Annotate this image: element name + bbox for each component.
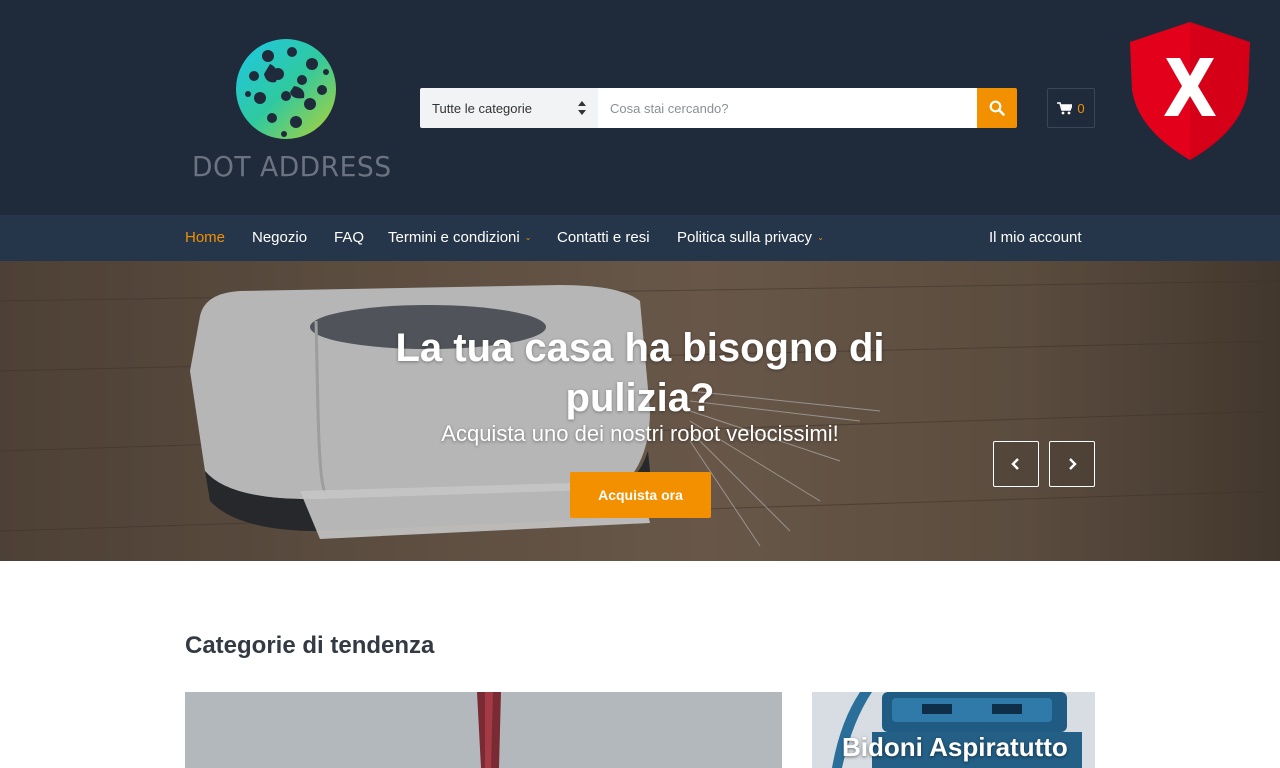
nav-item-home[interactable]: Home: [185, 215, 225, 261]
cart-count: 0: [1077, 100, 1085, 116]
nav-item-contacts[interactable]: Contatti e resi: [557, 215, 650, 261]
trending-categories-title: Categorie di tendenza: [185, 632, 435, 659]
nav-item-account[interactable]: Il mio account: [989, 215, 1082, 261]
main-navigation: Home Negozio FAQ Termini e condizioni ⌄ C…: [0, 215, 1280, 261]
slider-next-button[interactable]: [1049, 441, 1095, 487]
nav-item-label: Termini e condizioni: [388, 229, 520, 246]
search-button[interactable]: [977, 88, 1017, 128]
category-card[interactable]: [185, 692, 782, 768]
nav-item-label: Home: [185, 229, 226, 246]
site-logo[interactable]: DOT ADDRESS: [190, 34, 392, 184]
chevron-left-icon: [1011, 458, 1019, 470]
hero-title: La tua casa ha bisogno di pulizia?: [395, 326, 885, 420]
nav-item-faq[interactable]: FAQ: [334, 215, 364, 261]
shield-x-icon[interactable]: [1126, 20, 1254, 162]
search-icon: [989, 100, 1005, 116]
cart-icon: [1057, 101, 1073, 114]
category-card[interactable]: Bidoni Aspiratutto: [812, 692, 1095, 768]
nav-item-label: Contatti e resi: [557, 229, 650, 246]
nav-item-shop[interactable]: Negozio: [252, 215, 307, 261]
category-select-value: Tutte le categorie: [432, 100, 532, 116]
logo-mark-icon: [236, 39, 336, 139]
chevron-down-icon: ⌄: [524, 233, 532, 242]
hero-slider: La tua casa ha bisogno di pulizia? Acqui…: [0, 261, 1280, 561]
category-card-image: [185, 692, 782, 768]
nav-item-label: Negozio: [252, 229, 308, 246]
cart-button[interactable]: 0: [1047, 88, 1095, 128]
nav-item-privacy[interactable]: Politica sulla privacy ⌄: [677, 215, 824, 261]
site-header: DOT ADDRESS Tutte le categorie 0: [0, 0, 1280, 215]
search-input[interactable]: [598, 88, 977, 128]
search-bar: Tutte le categorie: [420, 88, 1017, 128]
nav-item-label: Il mio account: [989, 229, 1082, 246]
shop-now-button[interactable]: Acquista ora: [570, 472, 711, 518]
nav-item-terms[interactable]: Termini e condizioni ⌄: [388, 215, 531, 261]
chevron-right-icon: [1069, 458, 1077, 470]
hero-subtitle: Acquista uno dei nostri robot velocissim…: [441, 421, 839, 446]
nav-item-label: Politica sulla privacy: [677, 229, 813, 246]
chevron-down-icon: ⌄: [817, 233, 824, 242]
category-select[interactable]: Tutte le categorie: [420, 88, 598, 128]
nav-item-label: FAQ: [334, 229, 365, 246]
sort-arrows-icon: [578, 101, 586, 115]
slider-prev-button[interactable]: [993, 441, 1039, 487]
logo-wordmark: DOT ADDRESS: [192, 150, 392, 183]
category-card-label: Bidoni Aspiratutto: [842, 732, 1068, 762]
